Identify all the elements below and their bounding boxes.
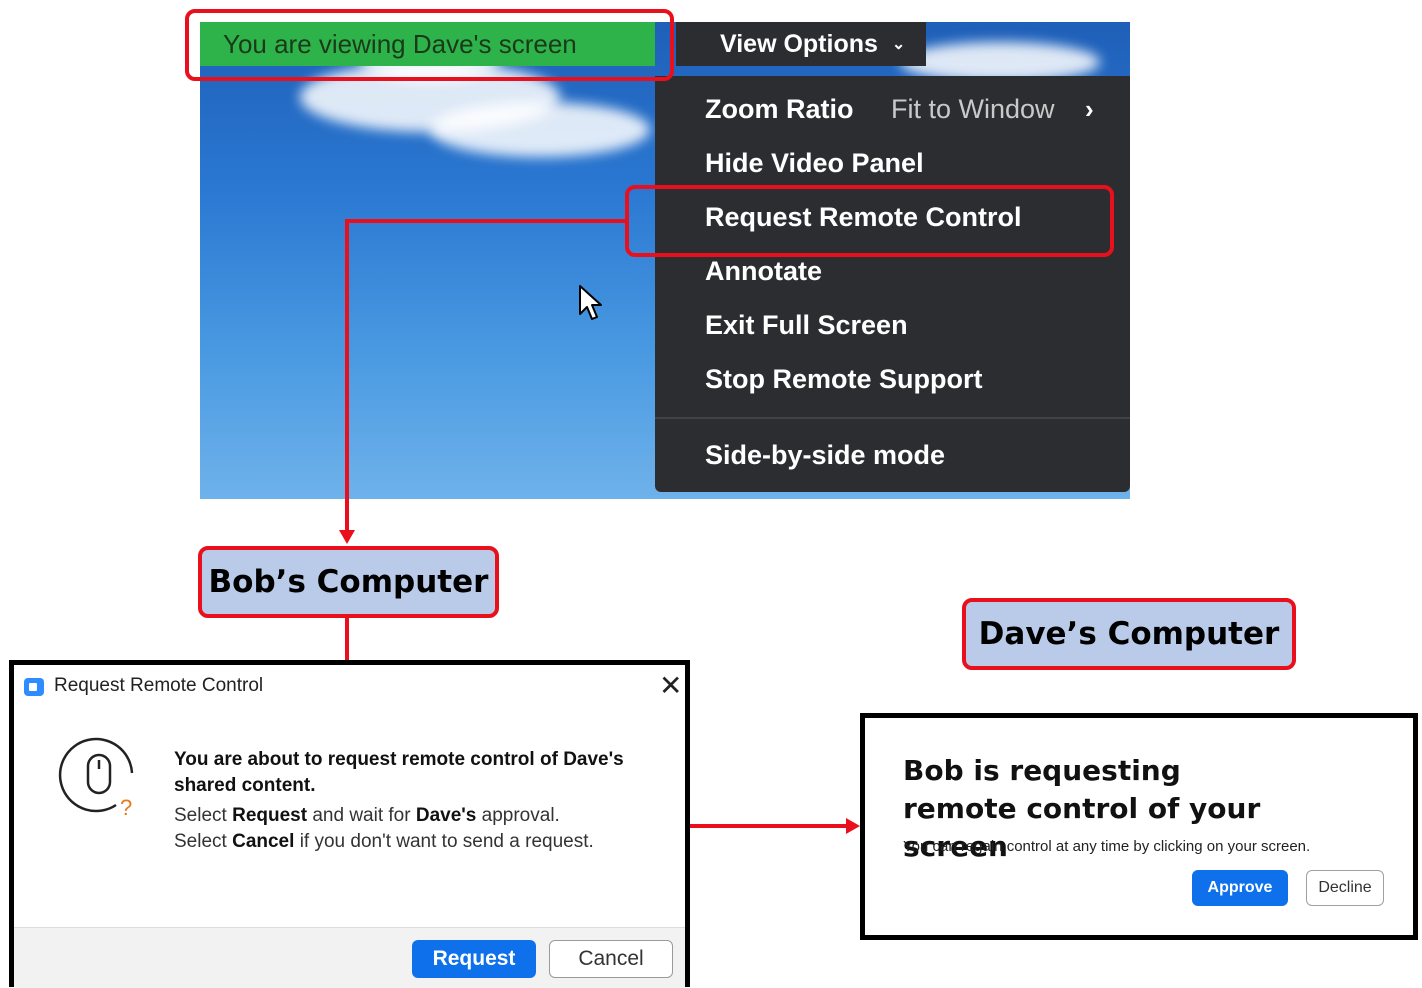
approval-body: You can regain control at any time by cl…: [903, 838, 1311, 855]
dialog-heading: You are about to request remote control …: [174, 749, 624, 796]
menu-divider: [655, 417, 1130, 419]
svg-text:?: ?: [120, 795, 132, 820]
arrow-down-icon: [339, 530, 355, 544]
dialog-body: Select Request and wait for Dave's appro…: [174, 805, 594, 852]
menu-item-annotate[interactable]: Annotate: [705, 256, 822, 287]
request-remote-control-dialog: Request Remote Control ✕ ? You are about…: [9, 660, 690, 988]
connector-line: [345, 219, 349, 532]
menu-item-zoom-ratio-value[interactable]: Fit to Window: [891, 94, 1055, 125]
zoom-app-icon: [24, 678, 44, 696]
label-daves-computer: Dave’s Computer: [962, 598, 1296, 670]
connector-line: [345, 615, 349, 663]
menu-item-zoom-ratio[interactable]: Zoom Ratio: [705, 94, 854, 125]
arrow-right-icon: [846, 818, 860, 834]
request-button[interactable]: Request: [412, 940, 536, 978]
chevron-right-icon: ›: [1085, 94, 1094, 124]
close-icon[interactable]: ✕: [659, 669, 682, 702]
highlight-viewing-banner: [185, 9, 674, 81]
view-options-label: View Options: [720, 30, 878, 58]
mouse-cursor-icon: [579, 285, 602, 320]
remote-control-approval-dialog: Bob is requesting remote control of your…: [860, 713, 1418, 940]
approve-button[interactable]: Approve: [1192, 870, 1288, 906]
cancel-button[interactable]: Cancel: [549, 940, 673, 978]
mouse-question-icon: ?: [58, 737, 134, 820]
dialog-title: Request Remote Control: [54, 675, 264, 696]
dialog-footer: Request Cancel: [14, 927, 685, 988]
connector-line: [690, 824, 848, 828]
menu-item-side-by-side-mode[interactable]: Side-by-side mode: [705, 440, 945, 471]
menu-item-exit-full-screen[interactable]: Exit Full Screen: [705, 310, 908, 341]
label-bobs-computer: Bob’s Computer: [198, 546, 499, 618]
chevron-down-icon: ⌄: [891, 36, 906, 54]
menu-item-stop-remote-support[interactable]: Stop Remote Support: [705, 364, 983, 395]
view-options-button[interactable]: View Options ⌄: [676, 22, 926, 66]
decline-button[interactable]: Decline: [1306, 870, 1384, 906]
menu-item-hide-video-panel[interactable]: Hide Video Panel: [705, 148, 924, 179]
highlight-request-remote-control: [625, 185, 1114, 257]
view-options-menu: Zoom Ratio Fit to Window › Hide Video Pa…: [655, 76, 1130, 492]
connector-line: [345, 219, 626, 223]
